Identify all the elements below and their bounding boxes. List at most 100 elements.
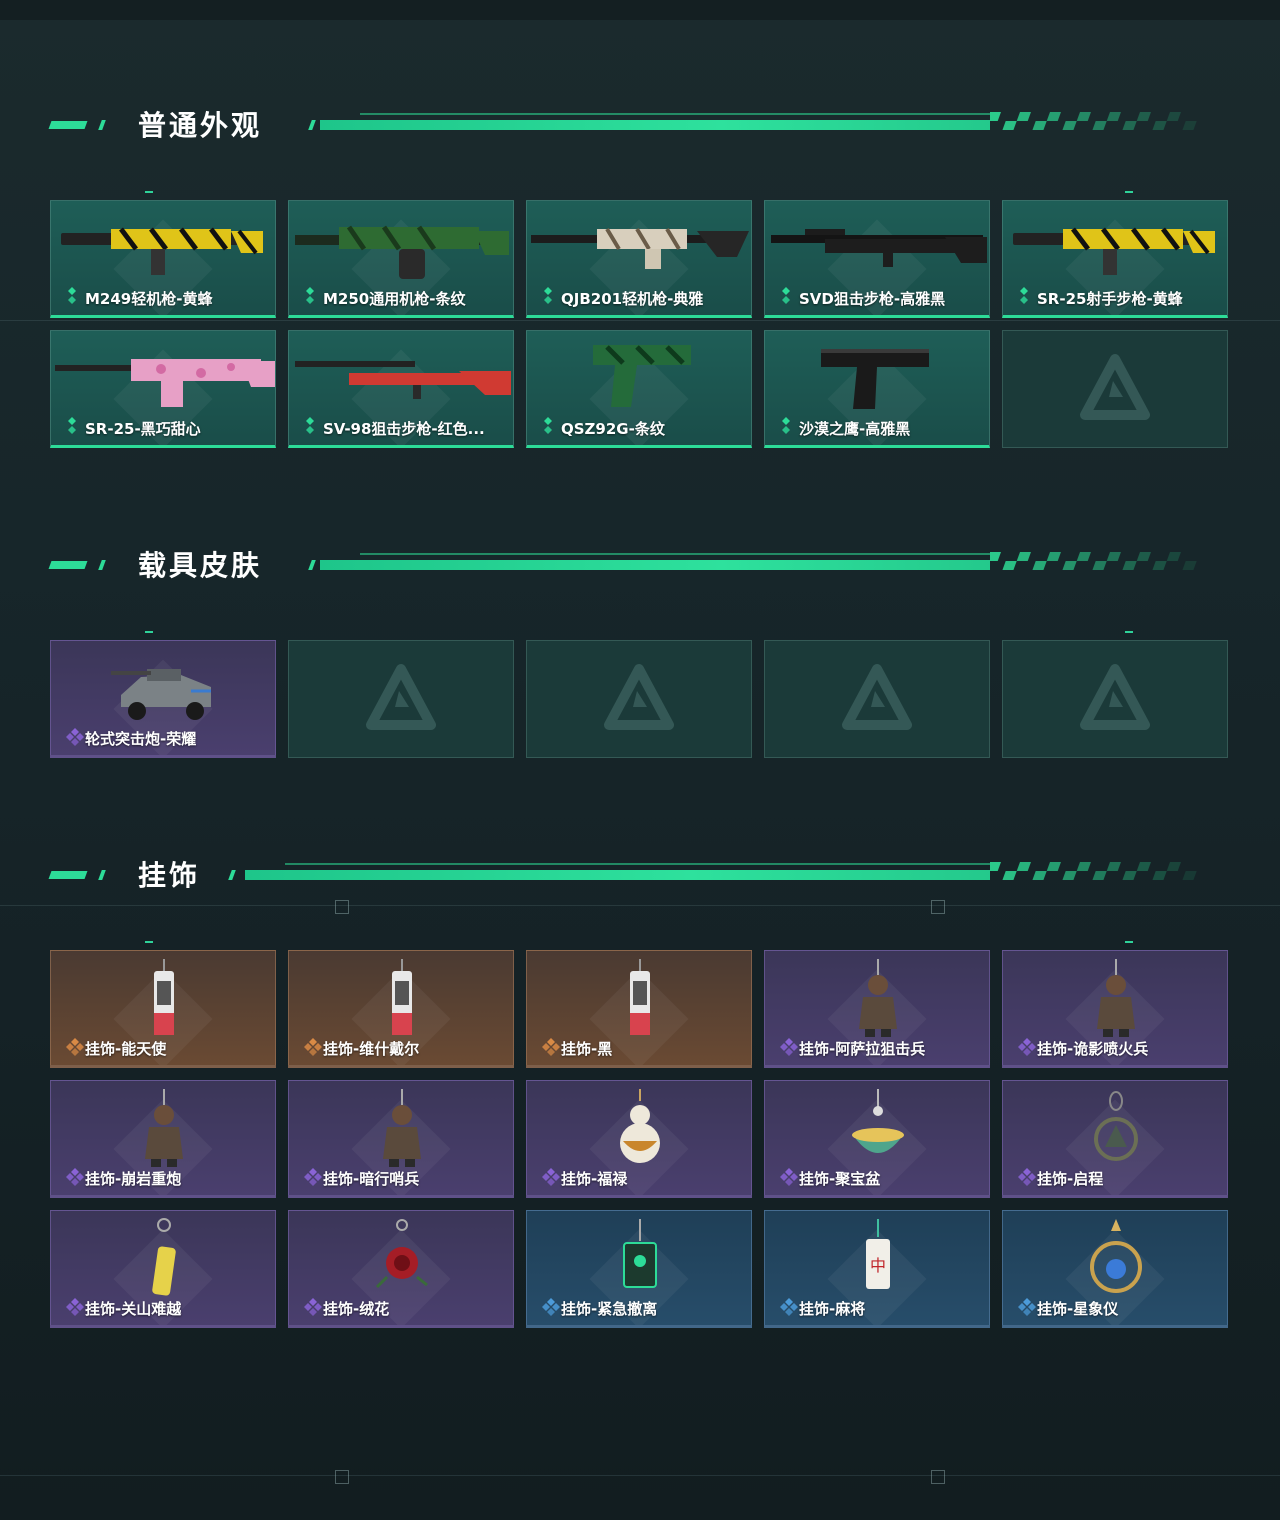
empty-slot	[1002, 330, 1228, 448]
item-card[interactable]: QSZ92G-条纹	[526, 330, 752, 448]
item-label: 挂饰-绒花	[323, 1300, 390, 1318]
item-card[interactable]: 沙漠之鹰-高雅黑	[764, 330, 990, 448]
item-card[interactable]: 中 挂饰-麻将	[764, 1210, 990, 1328]
logo-icon	[841, 663, 913, 739]
item-label: 挂饰-麻将	[799, 1300, 866, 1318]
rarity-icon	[541, 1037, 560, 1057]
item-card[interactable]: SR-25-黑巧甜心	[50, 330, 276, 448]
item-label: 挂饰-紧急撤离	[561, 1300, 658, 1318]
empty-slot	[288, 640, 514, 758]
item-label: M250通用机枪-条纹	[323, 290, 466, 308]
section-title: 普通外观	[138, 109, 263, 142]
logo-icon	[1079, 663, 1151, 739]
item-card[interactable]: 挂饰-福禄	[526, 1080, 752, 1198]
item-card[interactable]: 挂饰-阿萨拉狙击兵	[764, 950, 990, 1068]
item-card[interactable]: 挂饰-紧急撤离	[526, 1210, 752, 1328]
item-label: 挂饰-暗行哨兵	[323, 1170, 420, 1188]
logo-icon	[365, 663, 437, 739]
rarity-icon	[779, 1167, 798, 1187]
empty-slot	[764, 640, 990, 758]
deco-line	[0, 320, 1280, 321]
item-card[interactable]: M250通用机枪-条纹	[288, 200, 514, 318]
header-accent	[228, 870, 236, 880]
section-title: 挂饰	[138, 859, 201, 892]
header-accent	[98, 120, 106, 130]
rarity-icon	[541, 1167, 560, 1187]
item-label: 挂饰-聚宝盆	[799, 1170, 881, 1188]
deco-box	[931, 900, 945, 914]
header-line	[320, 560, 990, 570]
item-card[interactable]: M249轻机枪-黄蜂	[50, 200, 276, 318]
deco-tick	[145, 191, 153, 193]
item-label: 挂饰-维什戴尔	[323, 1040, 420, 1058]
rarity-icon	[1017, 287, 1031, 307]
header-line	[285, 863, 990, 865]
rarity-icon	[779, 1037, 798, 1057]
item-card[interactable]: 挂饰-聚宝盆	[764, 1080, 990, 1198]
header-line	[360, 113, 990, 115]
header-line	[320, 120, 990, 130]
item-card[interactable]: SR-25射手步枪-黄蜂	[1002, 200, 1228, 318]
item-label: SVD狙击步枪-高雅黑	[799, 290, 946, 308]
rarity-icon	[541, 287, 555, 307]
rarity-icon	[303, 1037, 322, 1057]
rarity-icon	[303, 417, 317, 437]
deco-tick	[145, 941, 153, 943]
section-header: 挂饰	[0, 856, 1280, 896]
rarity-icon	[65, 1167, 84, 1187]
header-accent	[308, 120, 316, 130]
top-bar	[0, 0, 1280, 20]
empty-slot	[1002, 640, 1228, 758]
logo-icon	[603, 663, 675, 739]
header-checker	[990, 862, 1197, 880]
item-label: M249轻机枪-黄蜂	[85, 290, 213, 308]
deco-box	[931, 1470, 945, 1484]
header-line	[360, 553, 990, 555]
deco-tick	[1125, 631, 1133, 633]
rarity-icon	[779, 417, 793, 437]
item-card[interactable]: 挂饰-星象仪	[1002, 1210, 1228, 1328]
deco-tick	[1125, 941, 1133, 943]
logo-icon	[1079, 353, 1151, 429]
header-accent	[308, 560, 316, 570]
item-label: 挂饰-星象仪	[1037, 1300, 1119, 1318]
item-label: 轮式突击炮-荣耀	[85, 730, 197, 748]
deco-box	[335, 1470, 349, 1484]
item-card[interactable]: 挂饰-崩岩重炮	[50, 1080, 276, 1198]
item-card[interactable]: 挂饰-黑	[526, 950, 752, 1068]
rarity-icon	[65, 1037, 84, 1057]
item-card[interactable]: 挂饰-维什戴尔	[288, 950, 514, 1068]
header-accent	[98, 560, 106, 570]
item-label: SR-25射手步枪-黄蜂	[1037, 290, 1183, 308]
item-label: 挂饰-能天使	[85, 1040, 167, 1058]
item-card[interactable]: SVD狙击步枪-高雅黑	[764, 200, 990, 318]
item-card[interactable]: 挂饰-诡影喷火兵	[1002, 950, 1228, 1068]
deco-tick	[145, 631, 153, 633]
item-label: 挂饰-福禄	[561, 1170, 628, 1188]
item-card[interactable]: 轮式突击炮-荣耀	[50, 640, 276, 758]
header-checker	[990, 112, 1197, 130]
rarity-icon	[779, 287, 793, 307]
item-label: 挂饰-阿萨拉狙击兵	[799, 1040, 926, 1058]
rarity-icon	[1017, 1167, 1036, 1187]
item-card[interactable]: SV-98狙击步枪-红色...	[288, 330, 514, 448]
deco-line	[0, 905, 1280, 906]
deco-tick	[1125, 191, 1133, 193]
item-card[interactable]: 挂饰-关山难越	[50, 1210, 276, 1328]
deco-box	[335, 900, 349, 914]
rarity-icon	[65, 417, 79, 437]
header-accent	[48, 121, 88, 129]
rarity-icon	[303, 1297, 322, 1317]
section-header: 普通外观	[0, 106, 1280, 146]
item-card[interactable]: 挂饰-绒花	[288, 1210, 514, 1328]
item-card[interactable]: 挂饰-能天使	[50, 950, 276, 1068]
rarity-icon	[1017, 1297, 1036, 1317]
item-card[interactable]: 挂饰-启程	[1002, 1080, 1228, 1198]
rarity-icon	[1017, 1037, 1036, 1057]
item-label: 挂饰-诡影喷火兵	[1037, 1040, 1149, 1058]
item-label: 沙漠之鹰-高雅黑	[799, 420, 911, 438]
header-checker	[990, 552, 1197, 570]
header-accent	[48, 561, 88, 569]
item-card[interactable]: 挂饰-暗行哨兵	[288, 1080, 514, 1198]
item-card[interactable]: QJB201轻机枪-典雅	[526, 200, 752, 318]
